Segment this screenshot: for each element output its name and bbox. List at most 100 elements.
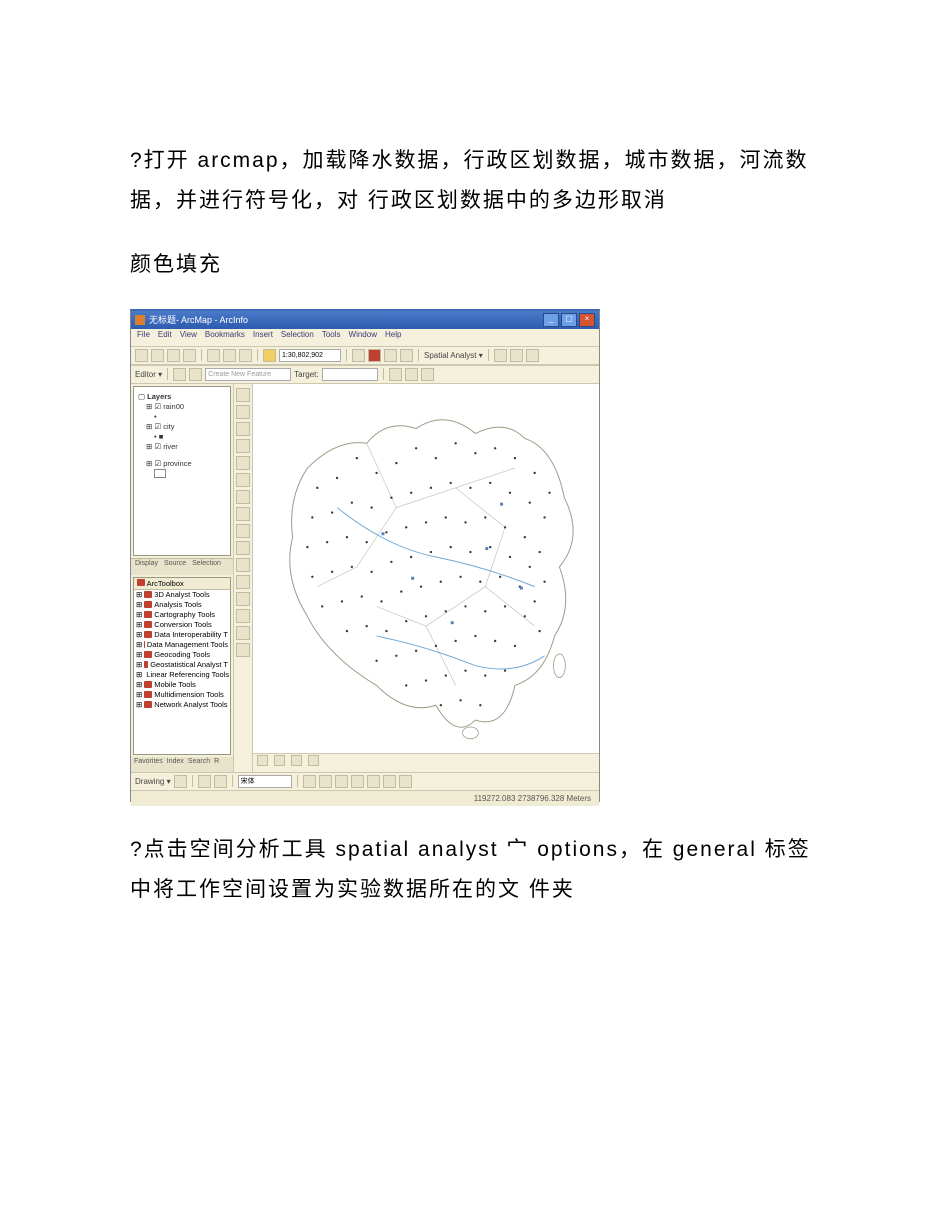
data-view-button[interactable]: [257, 755, 268, 766]
italic-button[interactable]: [319, 775, 332, 788]
toc-layer-river[interactable]: ⊞ ☑ river: [138, 442, 226, 451]
toc-symbol-rain[interactable]: •: [138, 412, 226, 421]
sketch-tool[interactable]: [189, 368, 202, 381]
toc-layer-province[interactable]: ⊞ ☑ province: [138, 459, 226, 468]
table-of-contents[interactable]: ▢ Layers ⊞ ☑ rain00 • ⊞ ☑ city • ■ ⊞ ☑ r…: [133, 386, 231, 556]
scale-input[interactable]: 1:30,802,902: [279, 349, 341, 362]
window-titlebar[interactable]: 无标题 - ArcMap - ArcInfo _ ▢ ×: [131, 311, 599, 329]
menu-window[interactable]: Window: [349, 330, 377, 345]
menu-tools[interactable]: Tools: [322, 330, 341, 345]
menu-edit[interactable]: Edit: [158, 330, 172, 345]
tbx-conversion[interactable]: ⊞Conversion Tools: [134, 620, 230, 630]
line-color-button[interactable]: [383, 775, 396, 788]
sa-tool-3[interactable]: [526, 349, 539, 362]
help-button[interactable]: [400, 349, 413, 362]
marker-color-button[interactable]: [399, 775, 412, 788]
validate-button[interactable]: [405, 368, 418, 381]
select-elem-button[interactable]: [174, 775, 187, 788]
tbx-tab-search[interactable]: Search: [188, 758, 210, 771]
editor-dropdown[interactable]: Editor ▾: [135, 370, 162, 379]
measure-icon[interactable]: [236, 626, 250, 640]
toc-tab-selection[interactable]: Selection: [192, 560, 221, 574]
rect-button[interactable]: [198, 775, 211, 788]
sa-tool-1[interactable]: [494, 349, 507, 362]
map-canvas[interactable]: [253, 384, 599, 772]
drawing-dropdown[interactable]: Drawing ▾: [135, 777, 171, 786]
menu-view[interactable]: View: [180, 330, 197, 345]
hyperlink-icon[interactable]: [236, 643, 250, 657]
zoom-out-icon[interactable]: [236, 405, 250, 419]
attributes-button[interactable]: [389, 368, 402, 381]
fixed-zoom-out-icon[interactable]: [236, 473, 250, 487]
zoom-in-icon[interactable]: [236, 388, 250, 402]
paste-button[interactable]: [239, 349, 252, 362]
spatial-analyst-dropdown[interactable]: Spatial Analyst ▾: [424, 351, 483, 360]
copy-button[interactable]: [223, 349, 236, 362]
tbx-cartography[interactable]: ⊞Cartography Tools: [134, 610, 230, 620]
tbx-tab-index[interactable]: Index: [167, 758, 184, 771]
find-icon[interactable]: [236, 592, 250, 606]
font-input[interactable]: 宋体: [238, 775, 292, 788]
print-button[interactable]: [183, 349, 196, 362]
task-input[interactable]: Create New Feature: [205, 368, 291, 381]
add-data-button[interactable]: [263, 349, 276, 362]
refresh-button[interactable]: [291, 755, 302, 766]
toc-layer-rain[interactable]: ⊞ ☑ rain00: [138, 402, 226, 411]
cut-button[interactable]: [207, 349, 220, 362]
tbx-geostat[interactable]: ⊞Geostatistical Analyst T: [134, 660, 230, 670]
goto-xy-icon[interactable]: [236, 609, 250, 623]
identify-icon[interactable]: [236, 575, 250, 589]
close-button[interactable]: ×: [579, 313, 595, 327]
full-extent-icon[interactable]: [236, 439, 250, 453]
tbx-tab-r[interactable]: R: [214, 758, 219, 771]
toc-tab-display[interactable]: Display: [135, 560, 158, 574]
merge-button[interactable]: [421, 368, 434, 381]
python-button[interactable]: [384, 349, 397, 362]
tbx-mobile[interactable]: ⊞Mobile Tools: [134, 680, 230, 690]
fixed-zoom-in-icon[interactable]: [236, 456, 250, 470]
menu-bookmarks[interactable]: Bookmarks: [205, 330, 245, 345]
toolbox-button[interactable]: [368, 349, 381, 362]
sa-tool-2[interactable]: [510, 349, 523, 362]
toc-root[interactable]: ▢ Layers: [138, 392, 226, 401]
edit-tool[interactable]: [173, 368, 186, 381]
tbx-multidim[interactable]: ⊞Multidimension Tools: [134, 690, 230, 700]
tbx-linear-ref[interactable]: ⊞Linear Referencing Tools: [134, 670, 230, 680]
fill-color-button[interactable]: [367, 775, 380, 788]
tbx-data-mgmt[interactable]: ⊞Data Management Tools: [134, 640, 230, 650]
minimize-button[interactable]: _: [543, 313, 559, 327]
menu-file[interactable]: File: [137, 330, 150, 345]
tbx-3d-analyst[interactable]: ⊞3D Analyst Tools: [134, 590, 230, 600]
tbx-geocoding[interactable]: ⊞Geocoding Tools: [134, 650, 230, 660]
maximize-button[interactable]: ▢: [561, 313, 577, 327]
toc-symbol-city[interactable]: • ■: [138, 432, 226, 441]
bold-button[interactable]: [303, 775, 316, 788]
back-extent-icon[interactable]: [236, 490, 250, 504]
text-button[interactable]: [214, 775, 227, 788]
forward-extent-icon[interactable]: [236, 507, 250, 521]
arctoolbox-panel[interactable]: ArcToolbox ⊞3D Analyst Tools ⊞Analysis T…: [133, 577, 231, 755]
toc-tab-source[interactable]: Source: [164, 560, 186, 574]
save-button[interactable]: [167, 349, 180, 362]
toc-symbol-province[interactable]: [138, 469, 226, 480]
menu-help[interactable]: Help: [385, 330, 401, 345]
select-features-icon[interactable]: [236, 524, 250, 538]
underline-button[interactable]: [335, 775, 348, 788]
new-button[interactable]: [135, 349, 148, 362]
clear-selection-icon[interactable]: [236, 541, 250, 555]
tbx-network[interactable]: ⊞Network Analyst Tools: [134, 700, 230, 710]
tbx-interop[interactable]: ⊞Data Interoperability T: [134, 630, 230, 640]
toc-layer-city[interactable]: ⊞ ☑ city: [138, 422, 226, 431]
tbx-analysis[interactable]: ⊞Analysis Tools: [134, 600, 230, 610]
tbx-tab-favorites[interactable]: Favorites: [134, 758, 163, 771]
open-button[interactable]: [151, 349, 164, 362]
menu-selection[interactable]: Selection: [281, 330, 314, 345]
pan-icon[interactable]: [236, 422, 250, 436]
catalog-button[interactable]: [352, 349, 365, 362]
font-color-button[interactable]: [351, 775, 364, 788]
pause-button[interactable]: [308, 755, 319, 766]
layout-view-button[interactable]: [274, 755, 285, 766]
target-input[interactable]: [322, 368, 378, 381]
menu-insert[interactable]: Insert: [253, 330, 273, 345]
select-elements-icon[interactable]: [236, 558, 250, 572]
